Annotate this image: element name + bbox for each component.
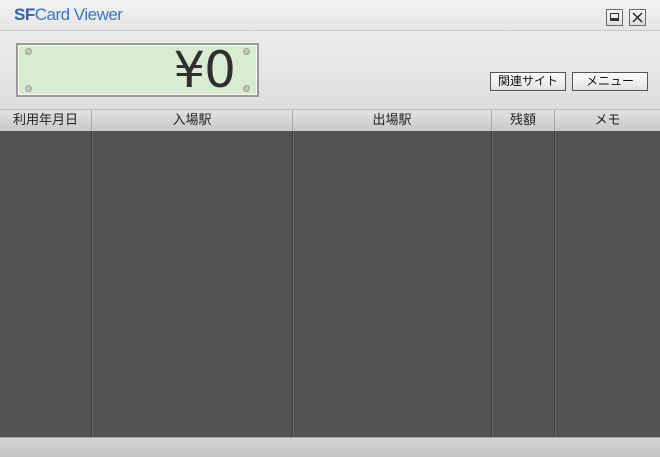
column-divider (492, 131, 493, 437)
balance-display: ¥0 (16, 41, 259, 99)
column-divider (293, 131, 294, 437)
screw-icon (25, 85, 32, 92)
app-title-prefix: SF (14, 5, 35, 24)
column-header-memo[interactable]: メモ (555, 110, 660, 131)
column-header-entry-station[interactable]: 入場駅 (92, 110, 293, 131)
column-header-balance[interactable]: 残額 (492, 110, 555, 131)
column-divider (92, 131, 93, 437)
status-bar (0, 437, 660, 457)
table-header: 利用年月日 入場駅 出場駅 残額 メモ (0, 109, 660, 131)
history-table-body[interactable] (0, 131, 660, 437)
screw-icon (25, 48, 32, 55)
column-divider (555, 131, 556, 437)
close-button[interactable] (629, 9, 646, 26)
column-header-exit-station[interactable]: 出場駅 (293, 110, 492, 131)
app-title: SFCard Viewer (14, 5, 123, 25)
column-header-date[interactable]: 利用年月日 (0, 110, 92, 131)
minimize-icon (610, 13, 619, 21)
title-bar: SFCard Viewer (0, 0, 660, 31)
close-icon (632, 12, 643, 23)
related-sites-button[interactable]: 関連サイト (490, 72, 566, 91)
balance-amount: ¥0 (173, 41, 236, 99)
app-title-suffix: Card Viewer (34, 5, 123, 24)
screw-icon (243, 85, 250, 92)
menu-button[interactable]: メニュー (572, 72, 648, 91)
minimize-button[interactable] (606, 9, 623, 26)
screw-icon (243, 48, 250, 55)
